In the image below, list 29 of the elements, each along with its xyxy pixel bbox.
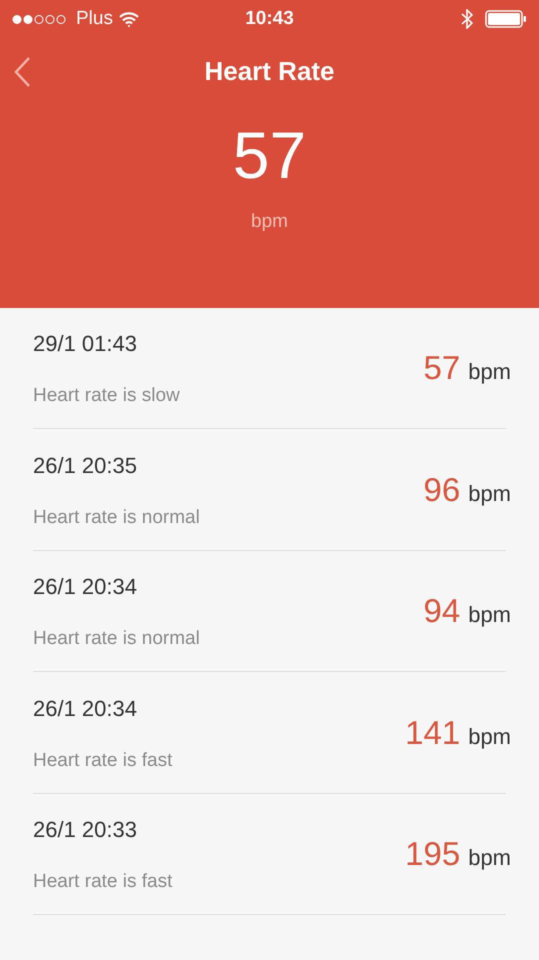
- current-heart-rate: 57: [232, 122, 306, 188]
- screen-title: Heart Rate: [204, 54, 335, 88]
- reading-unit: bpm: [468, 358, 511, 386]
- reading-status: Heart rate is normal: [33, 627, 201, 652]
- bluetooth-icon: [461, 9, 474, 29]
- reading-status: Heart rate is slow: [33, 384, 181, 408]
- reading-time: 29/1 01:43: [33, 330, 138, 358]
- reading-unit: bpm: [468, 844, 511, 872]
- current-unit: bpm: [251, 210, 288, 234]
- reading-time: 26/1 20:33: [33, 816, 138, 844]
- reading-unit: bpm: [468, 722, 511, 751]
- reading-unit: bpm: [468, 480, 511, 508]
- reading-value: 94: [423, 591, 460, 632]
- reading-status: Heart rate is fast: [33, 748, 174, 773]
- reading-value: 195: [405, 834, 460, 874]
- battery-icon: [485, 10, 528, 28]
- reading-status: Heart rate is fast: [33, 870, 174, 894]
- reading-time: 26/1 20:34: [33, 694, 138, 723]
- reading-unit: bpm: [468, 601, 511, 630]
- reading-time: 26/1 20:35: [33, 452, 138, 480]
- back-icon: [13, 56, 31, 88]
- reading-value: 96: [423, 470, 460, 510]
- clock-time: 10:43: [245, 6, 294, 31]
- reading-value: 141: [405, 712, 460, 753]
- reading-status: Heart rate is normal: [33, 506, 201, 530]
- wifi-icon: [118, 12, 139, 26]
- reading-time: 26/1 20:34: [33, 573, 138, 602]
- carrier-name: Plus: [76, 6, 113, 31]
- reading-value: 57: [423, 348, 460, 388]
